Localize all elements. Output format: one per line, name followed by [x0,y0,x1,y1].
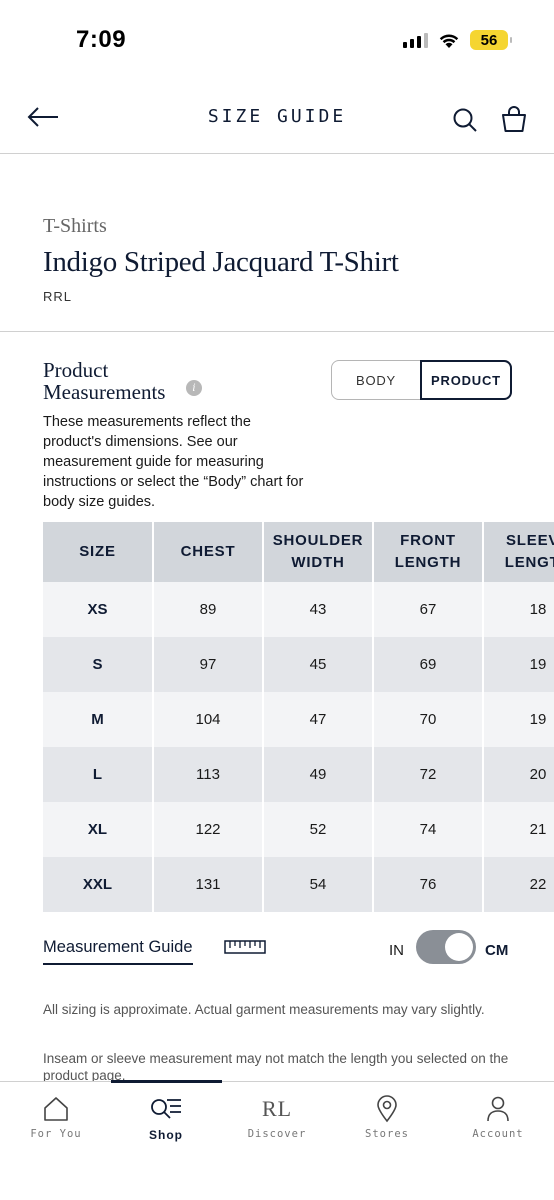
status-bar: 7:09 56 [0,0,554,80]
top-header: SIZE GUIDE [0,80,554,154]
measurement-cell: 72 [373,747,484,802]
column-header-text: FRONT [400,532,456,549]
shop-search-icon [151,1099,181,1119]
size-table: SIZE CHEST SHOULDER WIDTH FRONT LENGTH SLEEVE L… [43,522,554,912]
measurement-cell: 18 [483,582,554,637]
column-header-text: LENGTH [394,554,462,571]
divider [0,331,554,332]
section-title-line1: Product [43,358,109,382]
person-icon [487,1096,509,1122]
section-description: These measurements reflect the product's… [43,414,304,510]
column-header: CHEST [153,522,264,582]
column-header-text: WIDTH [291,554,345,571]
nav-label: Stores [365,1128,409,1140]
nav-item-for-you[interactable]: For You [1,1094,111,1140]
table-header-row: SIZE CHEST SHOULDER WIDTH FRONT LENGTH SLEEVE L… [43,522,554,582]
measurement-cell: 49 [263,747,374,802]
sizing-note: All sizing is approximate. Actual garmen… [43,1002,485,1017]
nav-label: Shop [149,1128,183,1142]
section-title-line2: Measurements [43,380,166,404]
nav-label: For You [30,1128,82,1140]
measurement-cell: 122 [153,802,264,857]
measurement-cell: 45 [263,637,374,692]
table-row: M 104 47 70 19 [43,692,554,747]
measurement-cell: 19 [483,637,554,692]
table-row: S 97 45 69 19 [43,637,554,692]
info-icon[interactable]: i [186,380,202,396]
size-cell: XS [43,582,154,637]
measurement-cell: 22 [483,857,554,912]
measurement-cell: 76 [373,857,484,912]
column-header: FRONT LENGTH [373,522,484,582]
measurement-cell: 131 [153,857,264,912]
nav-label: Account [472,1128,524,1140]
shopping-bag-icon[interactable] [500,104,528,134]
size-cell: XL [43,802,154,857]
size-table-scroll[interactable]: SIZE CHEST SHOULDER WIDTH FRONT LENGTH SLEEVE L… [43,522,554,912]
measurement-cell: 20 [483,747,554,802]
column-header-text: SIZE [79,543,116,560]
product-toggle-button[interactable]: PRODUCT [420,360,512,400]
column-header: SHOULDER WIDTH [263,522,374,582]
nav-item-stores[interactable]: Stores [332,1094,442,1140]
status-time: 7:09 [76,26,127,53]
measurement-cell: 74 [373,802,484,857]
inseam-note: Inseam or sleeve measurement may not mat… [43,1051,509,1083]
rl-logo: RL [261,1096,293,1121]
status-indicators: 56 [403,30,512,50]
body-toggle-button[interactable]: BODY [332,361,420,399]
active-tab-indicator [111,1080,222,1083]
ruler-icon [224,940,266,954]
table-row: XS 89 43 67 18 [43,582,554,637]
measurement-cell: 97 [153,637,264,692]
nav-item-account[interactable]: Account [443,1094,553,1140]
column-header-text: CHEST [180,543,236,560]
column-header: SIZE [43,522,154,582]
home-icon [44,1097,68,1121]
battery-icon: 56 [470,30,512,50]
measurement-cell: 52 [263,802,374,857]
measurement-guide-link[interactable]: Measurement Guide [43,938,193,965]
size-cell: XXL [43,857,154,912]
body-product-toggle: BODY PRODUCT [331,360,512,400]
cellular-signal-icon [403,32,428,48]
nav-item-discover[interactable]: RL Discover [222,1094,332,1140]
column-header-text: LENGTH [504,554,554,571]
nav-label: Discover [247,1128,307,1140]
column-header-text: SLEEVE [506,532,554,549]
size-cell: S [43,637,154,692]
measurement-cell: 89 [153,582,264,637]
table-row: XXL 131 54 76 22 [43,857,554,912]
product-category: T-Shirts [43,215,107,237]
toggle-knob [445,933,473,961]
unit-cm-label: CM [485,942,509,959]
measurement-cell: 69 [373,637,484,692]
column-header: SLEEVE LENGTH [483,522,554,582]
column-header-text: SHOULDER [272,532,364,549]
size-cell: M [43,692,154,747]
measurement-cell: 19 [483,692,554,747]
measurement-cell: 70 [373,692,484,747]
unit-toggle-switch[interactable] [416,930,476,964]
measurement-cell: 113 [153,747,264,802]
table-body: XS 89 43 67 18 S 97 45 69 19 M 104 47 70 19 L 113 49 72 20 X… [43,582,554,912]
measurement-cell: 47 [263,692,374,747]
table-row: L 113 49 72 20 [43,747,554,802]
measurement-cell: 67 [373,582,484,637]
unit-in-label: IN [389,942,404,959]
measurement-cell: 43 [263,582,374,637]
nav-item-shop[interactable]: Shop [111,1094,221,1142]
bottom-nav: For You Shop RL Discover Stores Account [0,1080,554,1200]
section-title: Product Measurements [43,359,165,403]
product-brand: RRL [43,289,73,304]
search-icon[interactable] [451,106,479,134]
size-cell: L [43,747,154,802]
measurement-cell: 54 [263,857,374,912]
measurement-cell: 104 [153,692,264,747]
wifi-icon [439,34,459,48]
table-row: XL 122 52 74 21 [43,802,554,857]
product-name: Indigo Striped Jacquard T-Shirt [43,246,399,278]
location-pin-icon [377,1095,397,1123]
measurement-cell: 21 [483,802,554,857]
